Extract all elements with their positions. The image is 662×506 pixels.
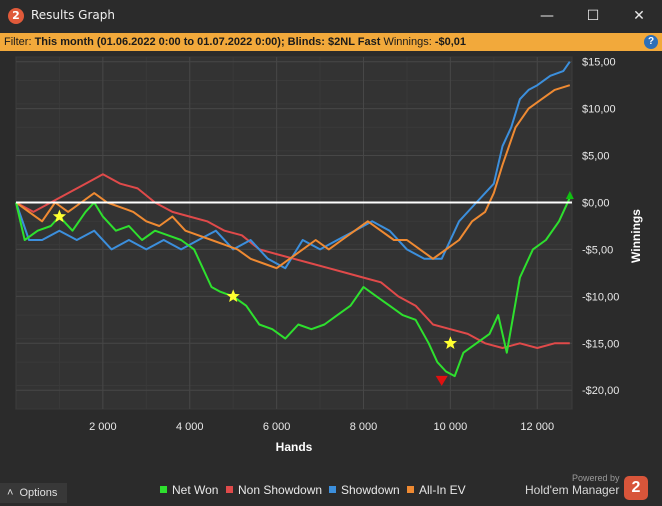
help-icon[interactable]: ?	[644, 35, 658, 49]
showdown-swatch	[329, 486, 336, 493]
brand-logo-icon: 2	[624, 476, 648, 500]
y-tick-label: $5,00	[582, 151, 610, 163]
y-axis-label: Winnings	[629, 209, 643, 263]
legend-label: Showdown	[341, 483, 400, 497]
x-tick-label: 2 000	[89, 421, 117, 433]
results-chart: 2 000 4 000 6 000 8 000 10 000 12 000 $15,00$…	[15, 56, 643, 454]
legend-label: Net Won	[172, 483, 219, 497]
y-tick-label: $15,00	[582, 57, 616, 69]
x-axis-ticks: 2 000 4 000 6 000 8 000 10 000 12 000	[89, 421, 554, 433]
non-showdown-swatch	[226, 486, 233, 493]
maximize-button[interactable]: ☐	[570, 0, 616, 33]
legend-item-showdown[interactable]: Showdown	[329, 483, 400, 497]
y-tick-label: $0,00	[582, 197, 610, 209]
y-tick-label: -$15,00	[582, 338, 619, 350]
net-won-swatch	[160, 486, 167, 493]
winnings-value: -$0,01	[434, 36, 467, 48]
minimize-button[interactable]: —	[524, 0, 570, 33]
x-tick-label: 6 000	[263, 421, 291, 433]
y-tick-label: -$5,00	[582, 244, 613, 256]
legend-item-non-showdown[interactable]: Non Showdown	[226, 483, 322, 497]
chevron-up-icon: ˄	[7, 487, 14, 499]
y-axis-ticks: $15,00 $10,00 $5,00 $0,00 -$5,00 -$10,00 -$15,…	[582, 57, 619, 398]
y-tick-label: $10,00	[582, 104, 616, 116]
brand-name: Hold'em Manager	[525, 483, 620, 497]
powered-by-text: Powered by	[572, 473, 620, 483]
x-tick-label: 4 000	[176, 421, 204, 433]
legend-label: Non Showdown	[238, 483, 323, 497]
options-label: Options	[19, 487, 58, 499]
window-title: Results Graph	[31, 8, 115, 22]
legend-item-net-won[interactable]: Net Won	[160, 483, 218, 497]
x-tick-label: 10 000	[434, 421, 468, 433]
legend-label: All-In EV	[419, 483, 466, 497]
filter-label: Filter:	[4, 36, 32, 48]
x-axis-label: Hands	[276, 440, 313, 454]
plot-area	[15, 56, 573, 410]
y-tick-label: -$10,00	[582, 291, 619, 303]
filter-value: This month (01.06.2022 0:00 to 01.07.202…	[34, 36, 381, 48]
winnings-label: Winnings:	[383, 36, 432, 48]
title-bar: 2 Results Graph — ☐ ✕	[0, 0, 662, 33]
x-tick-label: 8 000	[350, 421, 378, 433]
app-logo-icon: 2	[8, 8, 24, 24]
close-button[interactable]: ✕	[616, 0, 662, 33]
filter-bar: Filter: This month (01.06.2022 0:00 to 0…	[0, 33, 662, 51]
legend-item-all-in-ev[interactable]: All-In EV	[407, 483, 466, 497]
y-tick-label: -$20,00	[582, 385, 619, 397]
all-in-ev-swatch	[407, 486, 414, 493]
options-button[interactable]: ˄ Options	[0, 483, 67, 503]
x-tick-label: 12 000	[520, 421, 554, 433]
